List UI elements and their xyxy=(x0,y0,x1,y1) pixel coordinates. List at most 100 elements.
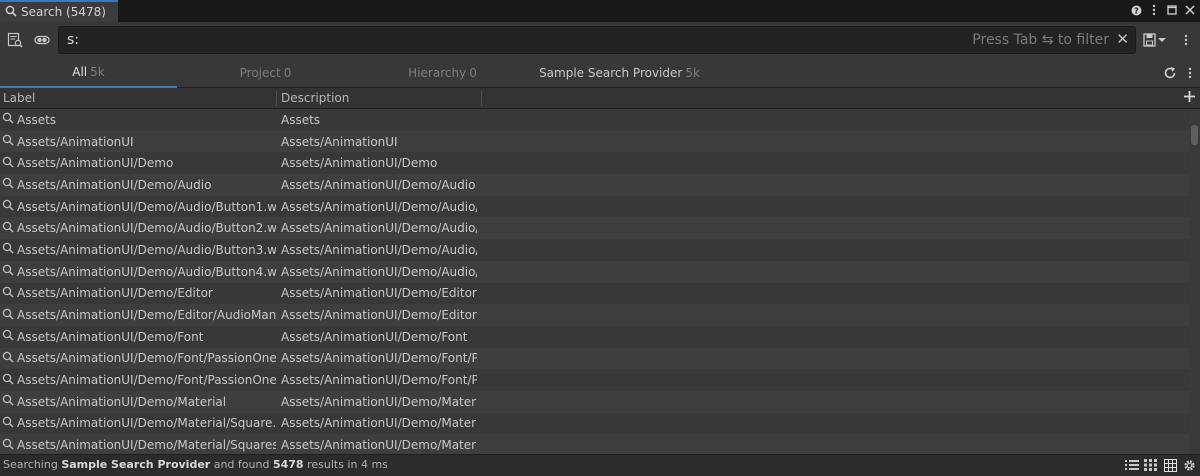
row-description: Assets/AnimationUI/Demo/Audio/Button4.wa… xyxy=(281,264,477,279)
row-label: Assets/AnimationUI xyxy=(17,134,134,149)
table-row[interactable]: Assets Assets xyxy=(0,109,1189,131)
search-icon xyxy=(2,134,14,149)
tab-options-icon[interactable] xyxy=(1180,63,1200,83)
tab-sample-search-provider[interactable]: Sample Search Provider 5k xyxy=(531,58,708,88)
search-icon xyxy=(2,438,14,453)
row-label-cell: Assets/AnimationUI/Demo/Audio/Button4.wa… xyxy=(2,264,276,279)
row-description: Assets/AnimationUI/Demo/Font xyxy=(281,329,468,344)
table-row[interactable]: Assets/AnimationUI/Demo/Audio Assets/Anim… xyxy=(0,174,1189,196)
table-row[interactable]: Assets/AnimationUI/Demo/Font/PassionOne-… xyxy=(0,347,1189,370)
window-tab-search[interactable]: Search (5478) xyxy=(0,0,118,22)
table-row[interactable]: Assets/AnimationUI/Demo Assets/AnimationU… xyxy=(0,152,1189,175)
search-icon xyxy=(2,264,14,279)
sync-search-toggle-icon[interactable] xyxy=(32,30,52,50)
column-resize-handle[interactable] xyxy=(276,91,277,106)
tab-all[interactable]: All 5k xyxy=(0,58,177,88)
svg-text:?: ? xyxy=(1134,6,1139,15)
column-resize-handle[interactable] xyxy=(481,91,482,106)
row-label: Assets/AnimationUI/Demo/Font xyxy=(17,329,204,344)
tab-label: Project xyxy=(239,66,281,80)
row-label: Assets/AnimationUI/Demo/Audio/Button3.wa… xyxy=(17,242,276,257)
table-row[interactable]: Assets/AnimationUI/Demo/Material/Square.… xyxy=(0,412,1189,435)
table-view-icon[interactable] xyxy=(1163,458,1177,472)
tab-label: All xyxy=(72,65,88,79)
scrollbar-thumb[interactable] xyxy=(1191,125,1198,145)
status-suffix: results in 4 ms xyxy=(307,458,388,471)
column-header-label[interactable]: Label xyxy=(3,91,35,105)
search-icon xyxy=(2,156,14,171)
list-view-icon[interactable] xyxy=(1125,458,1139,472)
search-icon xyxy=(2,112,14,127)
row-description: Assets/AnimationUI/Demo/Audio/Button2.wa… xyxy=(281,221,477,236)
search-icon xyxy=(5,5,17,20)
search-icon xyxy=(2,199,14,214)
row-label-cell: Assets xyxy=(2,112,276,127)
row-label-cell: Assets/AnimationUI xyxy=(2,134,276,149)
search-icon xyxy=(2,394,14,409)
search-icon xyxy=(2,416,14,431)
search-toolbar: Press Tab ⇆ to filter ✕ xyxy=(0,22,1200,58)
search-icon xyxy=(2,242,14,257)
search-input[interactable] xyxy=(67,31,947,49)
status-count: 5478 xyxy=(272,458,304,471)
close-window-icon[interactable] xyxy=(1184,3,1196,17)
status-text: Searching Sample Search Provider and fou… xyxy=(3,458,388,471)
vertical-scrollbar[interactable] xyxy=(1189,109,1200,454)
table-row[interactable]: Assets/AnimationUI/Demo/Font Assets/Anima… xyxy=(0,325,1189,348)
row-label: Assets/AnimationUI/Demo/Editor xyxy=(17,286,213,301)
table-row[interactable]: Assets/AnimationUI/Demo/Audio/Button2.wa… xyxy=(0,217,1189,240)
table-row[interactable]: Assets/AnimationUI/Demo/Material/Squares… xyxy=(0,434,1189,454)
row-label: Assets/AnimationUI/Demo/Audio/Button4.wa… xyxy=(17,264,276,279)
row-label-cell: Assets/AnimationUI/Demo/Audio/Button1.wa… xyxy=(2,199,276,214)
table-row[interactable]: Assets/AnimationUI Assets/AnimationUI xyxy=(0,130,1189,153)
search-icon xyxy=(2,329,14,344)
row-label: Assets/AnimationUI/Demo xyxy=(17,156,174,171)
row-label: Assets/AnimationUI/Demo/Material/Squares… xyxy=(17,438,276,453)
clear-search-icon[interactable]: ✕ xyxy=(1116,30,1129,48)
column-header-description[interactable]: Description xyxy=(281,91,349,105)
row-label-cell: Assets/AnimationUI/Demo/Editor xyxy=(2,286,276,301)
search-icon xyxy=(2,177,14,192)
row-label-cell: Assets/AnimationUI/Demo/Audio/Button2.wa… xyxy=(2,221,276,236)
row-description: Assets/AnimationUI/Demo/Audio xyxy=(281,177,476,192)
compact-list-view-icon[interactable] xyxy=(1144,458,1158,472)
row-label-cell: Assets/AnimationUI/Demo/Material/Square.… xyxy=(2,416,276,431)
add-column-icon[interactable] xyxy=(1183,90,1196,106)
tab-label: Sample Search Provider xyxy=(539,66,683,80)
save-search-dropdown-icon[interactable] xyxy=(1142,30,1168,50)
table-row[interactable]: Assets/AnimationUI/Demo/Editor Assets/Ani… xyxy=(0,282,1189,305)
row-description: Assets/AnimationUI/Demo/Font/PassionOne-… xyxy=(281,351,477,366)
row-label: Assets/AnimationUI/Demo/Audio/Button1.wa… xyxy=(17,199,276,214)
table-header: Label Description xyxy=(0,88,1200,109)
tab-hierarchy[interactable]: Hierarchy 0 xyxy=(354,58,531,88)
search-field[interactable]: Press Tab ⇆ to filter ✕ xyxy=(58,26,1136,54)
search-icon xyxy=(2,351,14,366)
row-label-cell: Assets/AnimationUI/Demo/Font/PassionOne-… xyxy=(2,373,276,388)
results-list: Assets Assets Assets/AnimationUI Assets/Ani… xyxy=(0,109,1189,454)
maximize-icon[interactable] xyxy=(1166,3,1178,17)
table-row[interactable]: Assets/AnimationUI/Demo/Material Assets/A… xyxy=(0,390,1189,413)
row-description: Assets/AnimationUI/Demo/Audio/Button3.wa… xyxy=(281,242,477,257)
table-row[interactable]: Assets/AnimationUI/Demo/Audio/Button1.wa… xyxy=(0,195,1189,218)
tab-count: 0 xyxy=(283,66,292,80)
row-description: Assets/AnimationUI/Demo/Audio/Button1.wa… xyxy=(281,199,477,214)
search-icon xyxy=(2,308,14,323)
table-row[interactable]: Assets/AnimationUI/Demo/Editor/AudioMana… xyxy=(0,304,1189,326)
refresh-icon[interactable] xyxy=(1160,63,1180,83)
search-icon xyxy=(2,286,14,301)
row-label-cell: Assets/AnimationUI/Demo/Font xyxy=(2,329,276,344)
table-row[interactable]: Assets/AnimationUI/Demo/Font/PassionOne-… xyxy=(0,369,1189,391)
row-label: Assets/AnimationUI/Demo/Audio xyxy=(17,177,212,192)
table-row[interactable]: Assets/AnimationUI/Demo/Audio/Button3.wa… xyxy=(0,239,1189,261)
row-label-cell: Assets/AnimationUI/Demo/Audio/Button3.wa… xyxy=(2,242,276,257)
row-description: Assets/AnimationUI/Demo/Material/Square.… xyxy=(281,416,477,431)
row-description: Assets/AnimationUI/Demo/Font/PassionOne-… xyxy=(281,373,477,388)
row-label: Assets/AnimationUI/Demo/Material xyxy=(17,394,227,409)
tab-project[interactable]: Project 0 xyxy=(177,58,354,88)
table-row[interactable]: Assets/AnimationUI/Demo/Audio/Button4.wa… xyxy=(0,260,1189,283)
gear-icon[interactable] xyxy=(1182,458,1196,472)
more-options-icon[interactable] xyxy=(1148,3,1160,17)
saved-searches-icon[interactable] xyxy=(5,30,25,50)
search-settings-icon[interactable] xyxy=(1176,30,1196,50)
help-icon[interactable]: ? xyxy=(1130,3,1142,17)
